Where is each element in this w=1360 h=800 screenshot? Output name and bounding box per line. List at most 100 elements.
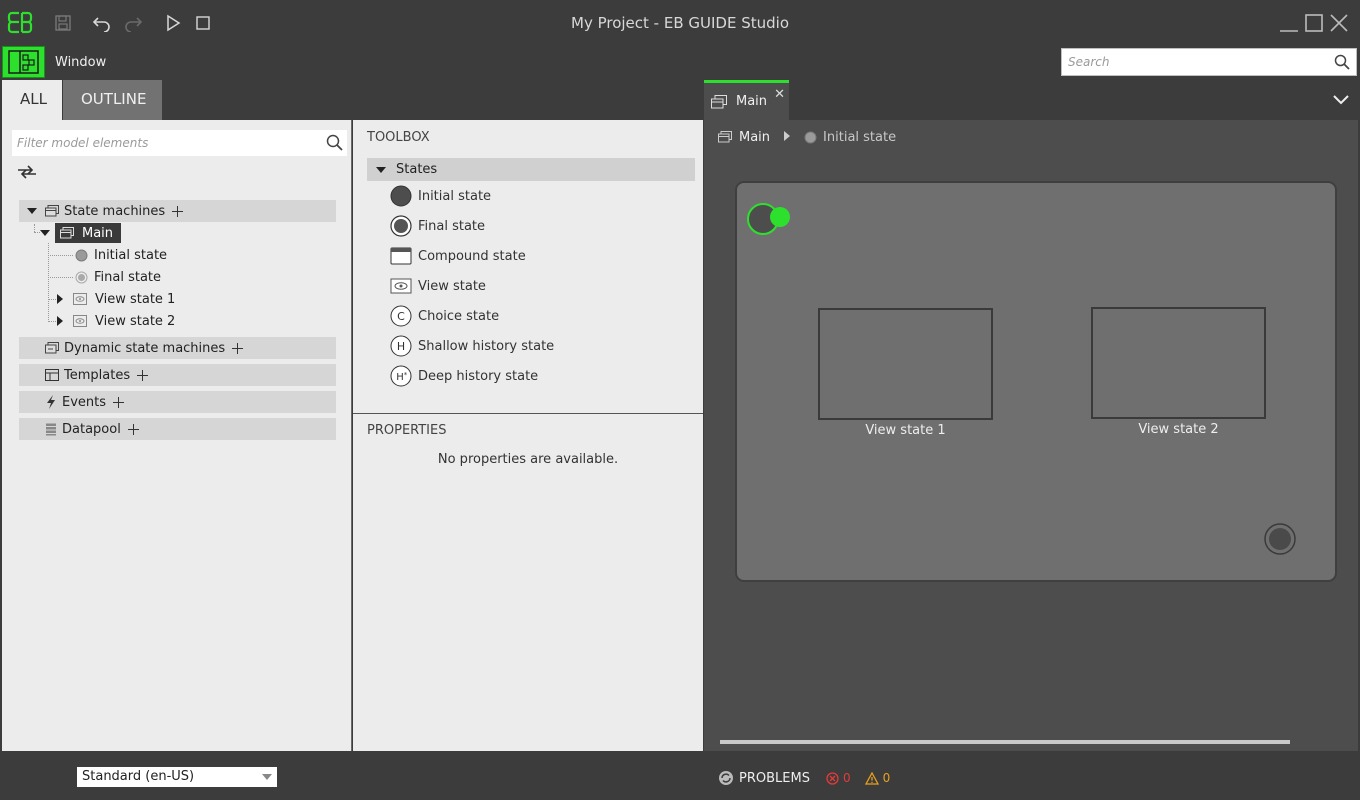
project-button[interactable] (2, 46, 45, 78)
expand-arrow-icon[interactable] (40, 229, 50, 237)
save-icon[interactable] (52, 12, 74, 34)
toolbox-group-label: States (396, 162, 438, 177)
minimize-icon[interactable] (1278, 12, 1300, 34)
tree-category-templates[interactable]: Templates (19, 364, 336, 386)
search-icon[interactable] (1334, 54, 1350, 74)
final-state-node[interactable] (1263, 522, 1297, 560)
filter-input[interactable] (12, 130, 312, 156)
toolbox-title: TOOLBOX (367, 130, 430, 145)
add-state-machine-icon[interactable] (172, 205, 184, 217)
tree-node-label: Final state (94, 269, 162, 285)
tree-line (48, 277, 73, 278)
toolbox-item-view-state[interactable]: View state (390, 274, 486, 298)
state-machine-icon (45, 205, 59, 217)
filter-box[interactable] (12, 130, 347, 156)
add-dynamic-state-machine-icon[interactable] (232, 342, 244, 354)
toolbox-item-label: Deep history state (418, 368, 539, 384)
expand-arrow-icon[interactable] (376, 166, 386, 174)
search-input[interactable] (1062, 49, 1322, 75)
toolbox-item-compound-state[interactable]: Compound state (390, 244, 526, 268)
view-state-1-node[interactable] (818, 308, 993, 420)
problems-label: PROBLEMS (739, 770, 810, 786)
redo-icon[interactable] (122, 12, 144, 34)
refresh-icon (718, 770, 734, 786)
search-box[interactable] (1061, 48, 1357, 76)
chevron-right-icon[interactable] (784, 130, 791, 145)
tree-line (34, 224, 35, 232)
stop-icon[interactable] (192, 12, 214, 34)
toolbox-item-label: Initial state (418, 188, 492, 204)
expand-arrow-icon[interactable] (27, 204, 39, 219)
svg-text:C: C (397, 310, 405, 323)
toolbox-item-initial-state[interactable]: Initial state (390, 184, 491, 208)
search-icon[interactable] (326, 134, 344, 156)
language-select[interactable]: Standard (en-US) (77, 767, 277, 787)
toolbox-properties-panel: TOOLBOX States Initial state Final state… (353, 120, 703, 751)
window-menu[interactable]: Window (55, 55, 106, 70)
final-state-icon (75, 271, 88, 284)
toolbox-item-label: Shallow history state (418, 338, 555, 354)
breadcrumb: Main Initial state (718, 128, 896, 146)
tree-category-datapool[interactable]: Datapool (19, 418, 336, 440)
dynamic-state-machine-icon (45, 342, 59, 354)
final-state-icon (390, 215, 412, 237)
maximize-icon[interactable] (1303, 12, 1325, 34)
datapool-icon (45, 423, 57, 436)
horizontal-scrollbar[interactable] (720, 740, 1290, 744)
tree-node-main-expand[interactable] (40, 223, 50, 243)
problems-indicator[interactable]: PROBLEMS 0 0 (718, 770, 890, 786)
initial-state-node[interactable] (745, 201, 793, 243)
expand-arrow-icon[interactable] (57, 294, 63, 304)
tree-line (48, 255, 73, 256)
eb-logo-icon[interactable] (6, 8, 36, 38)
toolbox-item-choice-state[interactable]: C Choice state (390, 304, 499, 328)
view-state-2-label: View state 2 (1138, 422, 1219, 437)
state-machine-canvas[interactable]: View state 1 View state 2 (735, 181, 1337, 582)
tree-node-view-state-2[interactable]: View state 2 (57, 311, 175, 331)
tree-line (48, 321, 56, 322)
tree-category-state-machines[interactable]: State machines (19, 200, 336, 222)
add-template-icon[interactable] (137, 369, 149, 381)
left-panel-tabs: ALL OUTLINE (2, 80, 352, 120)
tree-node-view-state-1[interactable]: View state 1 (57, 289, 175, 309)
breadcrumb-current[interactable]: Initial state (823, 130, 896, 145)
link-with-editor-icon[interactable] (16, 164, 38, 184)
toolbox-item-deep-history-state[interactable]: H * Deep history state (390, 364, 538, 388)
lightning-icon (45, 395, 57, 409)
play-icon[interactable] (162, 12, 184, 34)
svg-text:*: * (404, 371, 408, 379)
toolbox-item-final-state[interactable]: Final state (390, 214, 485, 238)
state-machine-icon (60, 227, 74, 239)
close-icon[interactable] (1328, 12, 1350, 34)
tab-outline[interactable]: OUTLINE (63, 80, 162, 120)
tree-node-label: Main (82, 225, 114, 241)
properties-title: PROPERTIES (367, 423, 447, 438)
close-tab-icon[interactable]: ✕ (774, 87, 785, 102)
error-icon (826, 771, 839, 785)
error-count: 0 (842, 771, 851, 785)
chevron-down-icon (262, 774, 272, 780)
toolbox-group-states[interactable]: States (367, 158, 695, 181)
add-event-icon[interactable] (113, 396, 125, 408)
tree-node-final-state[interactable]: Final state (75, 267, 161, 287)
language-value: Standard (en-US) (82, 769, 195, 784)
panel-divider (353, 413, 703, 414)
add-datapool-item-icon[interactable] (127, 423, 139, 435)
project-icon (8, 50, 39, 74)
undo-icon[interactable] (91, 12, 113, 34)
tree-category-label: Templates (64, 367, 131, 383)
chevron-down-icon[interactable] (1332, 90, 1350, 112)
view-state-2-node[interactable] (1091, 307, 1266, 419)
tree-category-events[interactable]: Events (19, 391, 336, 413)
toolbox-item-shallow-history-state[interactable]: H Shallow history state (390, 334, 554, 358)
tab-all[interactable]: ALL (2, 80, 62, 120)
breadcrumb-root[interactable]: Main (739, 130, 770, 145)
expand-arrow-icon[interactable] (57, 316, 63, 326)
tree-node-main[interactable]: Main (55, 223, 122, 243)
tree-category-dynamic-state-machines[interactable]: Dynamic state machines (19, 337, 336, 359)
toolbox-item-label: Compound state (418, 248, 526, 264)
tab-main[interactable]: Main ✕ (704, 80, 789, 120)
tree-node-initial-state[interactable]: Initial state (75, 245, 167, 265)
warning-count: 0 (882, 771, 891, 785)
choice-state-icon: C (390, 305, 412, 327)
